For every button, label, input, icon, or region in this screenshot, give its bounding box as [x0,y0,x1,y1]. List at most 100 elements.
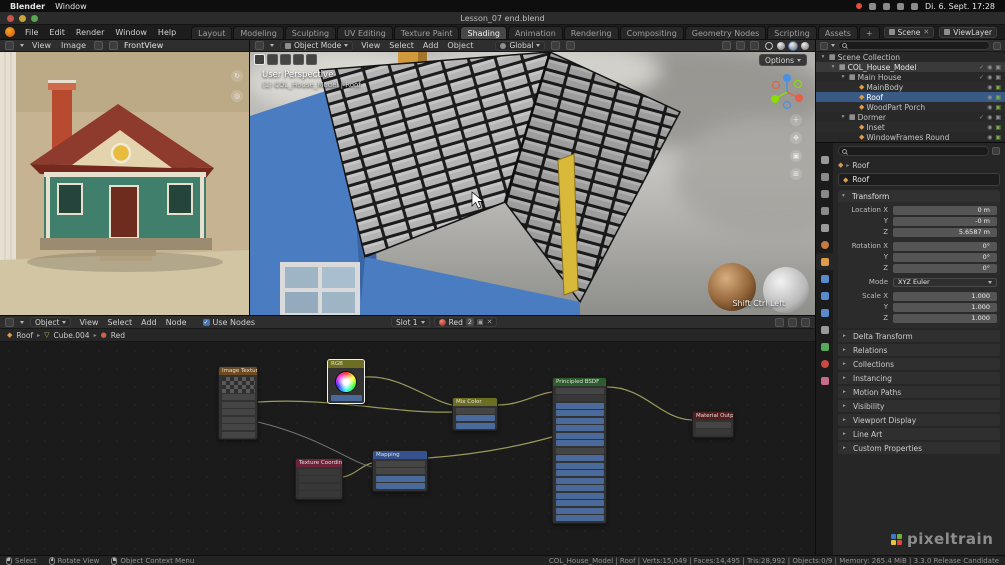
section-delta-transform[interactable]: ▸ Delta Transform [838,330,1000,342]
control-center-icon[interactable] [911,2,918,10]
rotate-tool-icon[interactable] [306,54,317,65]
section-instancing[interactable]: ▸ Instancing [838,372,1000,384]
camera-toggle-icon[interactable]: ▣ [995,84,1001,91]
node-row-blue[interactable] [555,455,604,461]
workspace-tab-item[interactable]: + [858,26,880,39]
node-mix-color[interactable]: Mix Color [452,397,498,431]
eye-toggle-icon[interactable]: ◉ [987,124,992,131]
node-row-field[interactable] [221,416,255,423]
check-toggle-icon[interactable]: ✓ [979,74,984,81]
editor-type-icon[interactable] [255,41,264,50]
node-row-field[interactable] [221,401,255,408]
workspace-tab-uv-editing[interactable]: UV Editing [337,26,393,39]
camera-toggle-icon[interactable]: ▣ [995,124,1001,131]
toggle-xray-icon[interactable] [750,41,759,50]
node-row-field[interactable] [221,394,255,400]
material-slot-dropdown[interactable]: Slot 1 [391,317,430,327]
node-row-field[interactable] [555,447,604,454]
topbar-menu-help[interactable]: Help [153,27,181,38]
workspace-tab-scripting[interactable]: Scripting [767,26,817,39]
properties-tab-texture[interactable] [816,372,833,389]
transform-z-field[interactable]: 1.000 [893,313,997,323]
transform-section-header[interactable]: ▾ Transform [838,190,1000,202]
outliner-item-main-house[interactable]: ▾ ▦ Main House ✓ ◉ ▣ [816,72,1005,82]
image-editor-menu-image[interactable]: Image [59,41,88,50]
properties-filter-icon[interactable] [992,147,1000,155]
outliner-item-inset[interactable]: ◆ Inset ◉ ▣ [816,122,1005,132]
unlink-material-icon[interactable]: ✕ [487,318,493,326]
workspace-tab-layout[interactable]: Layout [191,26,233,39]
transform-y-field[interactable]: 1.000 [893,302,997,312]
viewport-menu-select[interactable]: Select [387,41,416,50]
workspace-tab-modeling[interactable]: Modeling [233,26,284,39]
transform-rotation-x-field[interactable]: 0° [893,241,997,251]
pin-node-tree-icon[interactable] [775,317,784,327]
node-row-sock[interactable] [298,476,340,482]
zoom-icon[interactable]: ＋ [790,114,802,126]
node-row-blue[interactable] [375,475,425,482]
cursor-tool-icon[interactable] [280,54,291,65]
node-mapping[interactable]: Mapping [372,450,428,492]
node-row-img[interactable] [221,376,255,393]
properties-tab-scene[interactable] [816,219,833,236]
camera-toggle-icon[interactable]: ▣ [995,114,1001,121]
topbar-menu-edit[interactable]: Edit [44,27,70,38]
workspace-tab-animation[interactable]: Animation [507,26,563,39]
camera-toggle-icon[interactable]: ▣ [995,104,1001,111]
shader-editor-menu-add[interactable]: Add [139,318,159,327]
node-row-sock[interactable] [298,483,340,490]
editor-type-icon[interactable] [5,41,14,50]
transform-y-field[interactable]: -0 m [893,216,997,226]
macos-window-menu[interactable]: Window [55,2,87,11]
node-row-field[interactable] [375,468,425,474]
mode-dropdown[interactable]: Object Mode [280,40,354,51]
outliner-item-col-house-model[interactable]: ▾ ▦ COL_House_Model ✓ ◉ ▣ [816,62,1005,72]
node-row-blue[interactable] [555,500,604,506]
section-custom-properties[interactable]: ▸ Custom Properties [838,442,1000,454]
snap-magnet-icon[interactable] [551,41,561,50]
tweak-tool-icon[interactable] [254,54,265,65]
navigation-gizmo[interactable] [767,72,807,112]
properties-tab-constraints[interactable] [816,321,833,338]
search-icon[interactable] [897,2,904,10]
material-users-badge[interactable]: 2 [465,318,474,326]
node-row-blue[interactable] [555,462,604,469]
node-row-blue[interactable] [555,440,604,446]
viewport-menu-object[interactable]: Object [445,41,475,50]
node-row-sock[interactable] [555,395,604,401]
node-row-blue[interactable] [375,483,425,489]
expand-icon[interactable]: ▾ [819,54,827,60]
workspace-tab-sculpting[interactable]: Sculpting [284,26,337,39]
record-dot-icon[interactable] [856,3,862,9]
eye-toggle-icon[interactable]: ◉ [987,64,992,71]
outliner-search-input[interactable] [838,41,990,50]
node-row-sock[interactable] [298,468,340,475]
show-overlays-icon[interactable] [736,41,745,50]
node-row-blue[interactable] [555,417,604,424]
viewport-canvas[interactable]: User Perspective (1) COL_House_Model | R… [250,52,815,315]
open-image-icon[interactable] [109,41,119,50]
node-row-blue[interactable] [330,395,362,401]
check-toggle-icon[interactable]: ✓ [979,64,984,71]
node-row-blue[interactable] [555,470,604,476]
section-visibility[interactable]: ▸ Visibility [838,400,1000,412]
section-line-art[interactable]: ▸ Line Art [838,428,1000,440]
properties-tab-particles[interactable] [816,287,833,304]
outliner-item-woodpart-porch[interactable]: ◆ WoodPart Porch ◉ ▣ [816,102,1005,112]
topbar-menu-window[interactable]: Window [110,27,152,38]
node-row-blue[interactable] [555,410,604,416]
workspace-tab-assets[interactable]: Assets [817,26,858,39]
node-row-blue[interactable] [555,492,604,499]
camera-toggle-icon[interactable]: ▣ [995,94,1001,101]
overlay-node-icon[interactable] [801,317,810,327]
properties-tab-material[interactable] [816,355,833,372]
camera-view-icon[interactable]: ▣ [790,150,802,162]
move-tool-icon[interactable] [293,54,304,65]
eye-toggle-icon[interactable]: ◉ [987,94,992,101]
properties-tab-data[interactable] [816,338,833,355]
expand-icon[interactable]: ▾ [839,114,847,120]
transform-orientation-dropdown[interactable]: Global [495,40,546,51]
topbar-menu-render[interactable]: Render [71,27,109,38]
editor-type-icon[interactable] [5,317,14,327]
blender-logo-icon[interactable] [5,27,15,37]
